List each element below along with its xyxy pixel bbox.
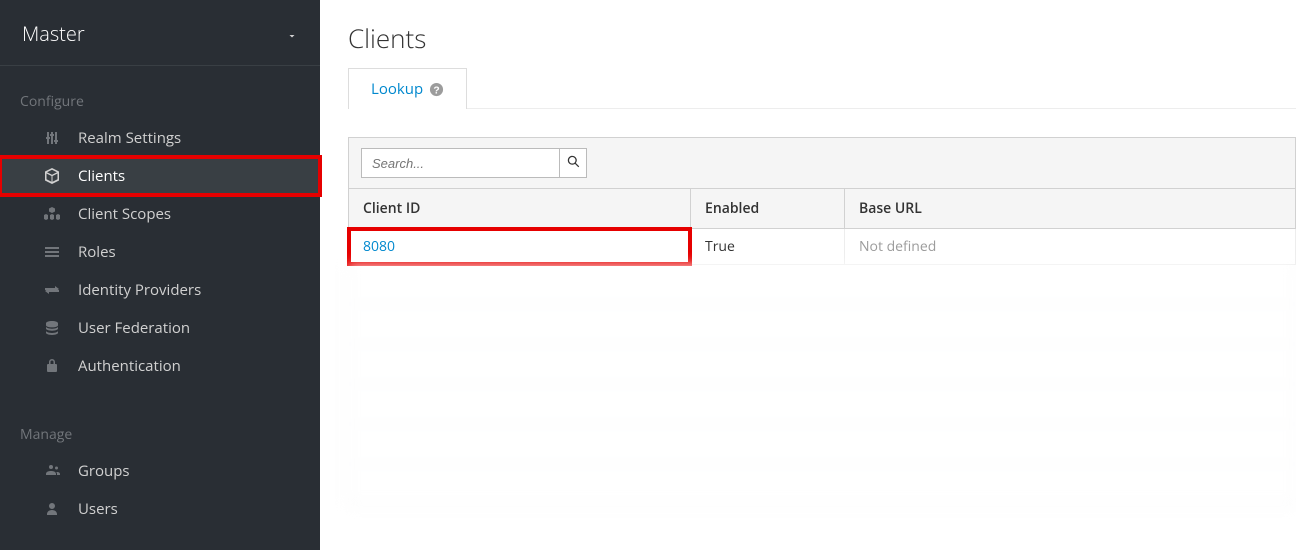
cell-enabled: True: [691, 229, 845, 265]
sidebar-item-label: Clients: [78, 166, 125, 186]
sliders-icon: [44, 130, 60, 146]
sidebar-item-label: Identity Providers: [78, 280, 201, 300]
exchange-icon: [44, 282, 60, 298]
cell-client-id[interactable]: 8080: [349, 229, 691, 265]
sidebar-item-label: Roles: [78, 242, 116, 262]
tabs: Lookup ?: [348, 68, 1296, 109]
sidebar-item-label: Realm Settings: [78, 128, 181, 148]
sidebar-item-label: Groups: [78, 461, 130, 481]
main-content: Clients Lookup ?: [320, 0, 1296, 550]
search-icon: [567, 155, 580, 171]
table-header-row: Client ID Enabled Base URL: [349, 189, 1296, 229]
sidebar-item-user-federation[interactable]: User Federation: [0, 309, 320, 347]
help-icon[interactable]: ?: [429, 82, 444, 97]
sidebar-item-realm-settings[interactable]: Realm Settings: [0, 119, 320, 157]
realm-selector[interactable]: Master: [0, 0, 320, 66]
user-icon: [44, 501, 60, 517]
sidebar-item-users[interactable]: Users: [0, 490, 320, 528]
sidebar: Master Configure Realm Settings Clients …: [0, 0, 320, 550]
tab-label: Lookup: [371, 79, 423, 99]
blurred-rows: [348, 265, 1296, 505]
cubes-icon: [44, 206, 60, 222]
sidebar-item-label: Authentication: [78, 356, 181, 376]
svg-text:?: ?: [433, 85, 439, 96]
sidebar-item-identity-providers[interactable]: Identity Providers: [0, 271, 320, 309]
search-input[interactable]: [361, 148, 559, 178]
sidebar-item-label: Client Scopes: [78, 204, 171, 224]
cube-icon: [44, 168, 60, 184]
sidebar-item-groups[interactable]: Groups: [0, 452, 320, 490]
sidebar-item-roles[interactable]: Roles: [0, 233, 320, 271]
lock-icon: [44, 358, 60, 374]
clients-table: Client ID Enabled Base URL 8080 True Not…: [348, 188, 1296, 265]
th-client-id[interactable]: Client ID: [349, 189, 691, 229]
search-button[interactable]: [559, 148, 587, 178]
chevron-down-icon: [286, 28, 298, 40]
search-bar: [348, 137, 1296, 188]
database-icon: [44, 320, 60, 336]
list-icon: [44, 244, 60, 260]
realm-name: Master: [22, 20, 85, 47]
cell-base-url: Not defined: [845, 229, 1296, 265]
sidebar-item-clients[interactable]: Clients: [0, 157, 320, 195]
th-enabled[interactable]: Enabled: [691, 189, 845, 229]
th-base-url[interactable]: Base URL: [845, 189, 1296, 229]
sidebar-section-manage: Manage: [0, 385, 320, 452]
sidebar-item-label: Users: [78, 499, 118, 519]
sidebar-section-configure: Configure: [0, 66, 320, 119]
sidebar-item-authentication[interactable]: Authentication: [0, 347, 320, 385]
users-icon: [44, 463, 60, 479]
page-title: Clients: [348, 20, 1296, 56]
tab-lookup[interactable]: Lookup ?: [348, 68, 467, 109]
sidebar-item-label: User Federation: [78, 318, 190, 338]
clients-panel: Client ID Enabled Base URL 8080 True Not…: [348, 137, 1296, 505]
sidebar-item-client-scopes[interactable]: Client Scopes: [0, 195, 320, 233]
table-row: 8080 True Not defined: [349, 229, 1296, 265]
